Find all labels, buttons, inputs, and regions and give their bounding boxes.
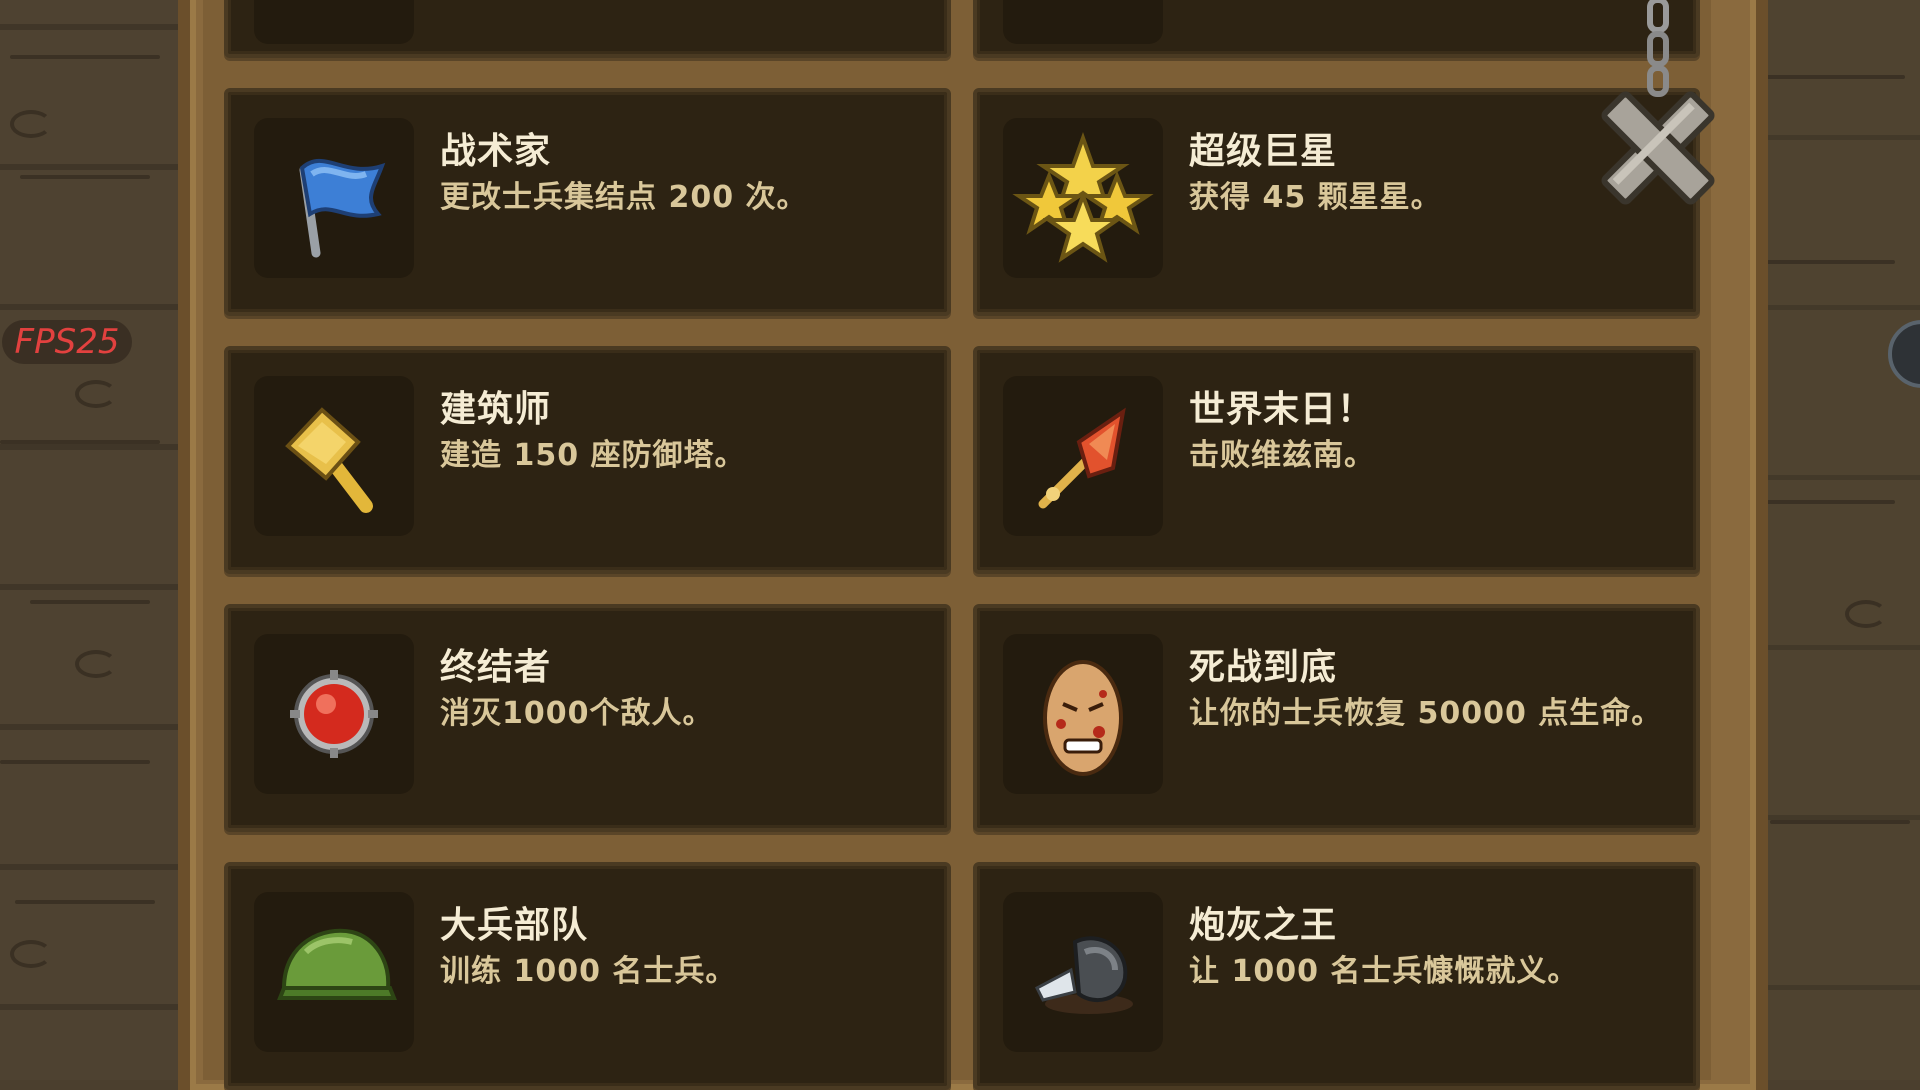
fallen-helmet-icon	[1003, 892, 1163, 1052]
achievement-card: 战术家 更改士兵集结点 200 次。	[224, 88, 951, 316]
background-wall-left	[0, 0, 180, 1080]
achievement-card: 炮灰之王 让 1000 名士兵慷慨就义。	[973, 862, 1700, 1090]
achievement-description: 更改士兵集结点 200 次。	[440, 180, 808, 215]
helmet-icon	[254, 892, 414, 1052]
achievement-card-partial	[224, 0, 951, 58]
achievement-card: 建筑师 建造 150 座防御塔。	[224, 346, 951, 574]
achievement-description: 让 1000 名士兵慷慨就义。	[1189, 954, 1579, 989]
achievement-title: 世界末日！	[1189, 389, 1375, 430]
achievement-card: 死战到底 让你的士兵恢复 50000 点生命。	[973, 604, 1700, 832]
achievement-card: 大兵部队 训练 1000 名士兵。	[224, 862, 951, 1090]
achievement-description: 建造 150 座防御塔。	[440, 438, 746, 473]
achievement-icon-box	[1003, 0, 1163, 44]
achievement-title: 炮灰之王	[1189, 905, 1338, 946]
close-button[interactable]	[1578, 0, 1738, 230]
fire-staff-icon	[1003, 376, 1163, 536]
achievement-title: 终结者	[440, 647, 552, 688]
achievement-title: 死战到底	[1189, 647, 1338, 688]
achievement-card: 终结者 消灭1000个敌人。	[224, 604, 951, 832]
achievement-description: 训练 1000 名士兵。	[440, 954, 737, 989]
achievement-title: 超级巨星	[1189, 131, 1338, 172]
achievement-card: 世界末日！ 击败维兹南。	[973, 346, 1700, 574]
achievement-description: 让你的士兵恢复 50000 点生命。	[1189, 696, 1663, 731]
hammer-icon	[254, 376, 414, 536]
achievement-title: 战术家	[440, 131, 552, 172]
achievement-description: 击败维兹南。	[1189, 438, 1375, 473]
bloody-face-icon	[1003, 634, 1163, 794]
achievement-title: 大兵部队	[440, 905, 589, 946]
achievement-description: 获得 45 颗星星。	[1189, 180, 1442, 215]
close-x-icon	[1601, 0, 1715, 205]
red-orb-icon	[254, 634, 414, 794]
background-wall-right	[1745, 0, 1920, 1080]
achievement-description: 消灭1000个敌人。	[440, 696, 714, 731]
achievements-grid: 战术家 更改士兵集结点 200 次。 超级巨星 获得 45 颗星星。 建筑师 建…	[224, 0, 1700, 1090]
stars-icon	[1003, 118, 1163, 278]
fps-counter: FPS25	[2, 320, 132, 364]
blue-flag-icon	[254, 118, 414, 278]
achievement-title: 建筑师	[440, 389, 552, 430]
achievement-icon-box	[254, 0, 414, 44]
